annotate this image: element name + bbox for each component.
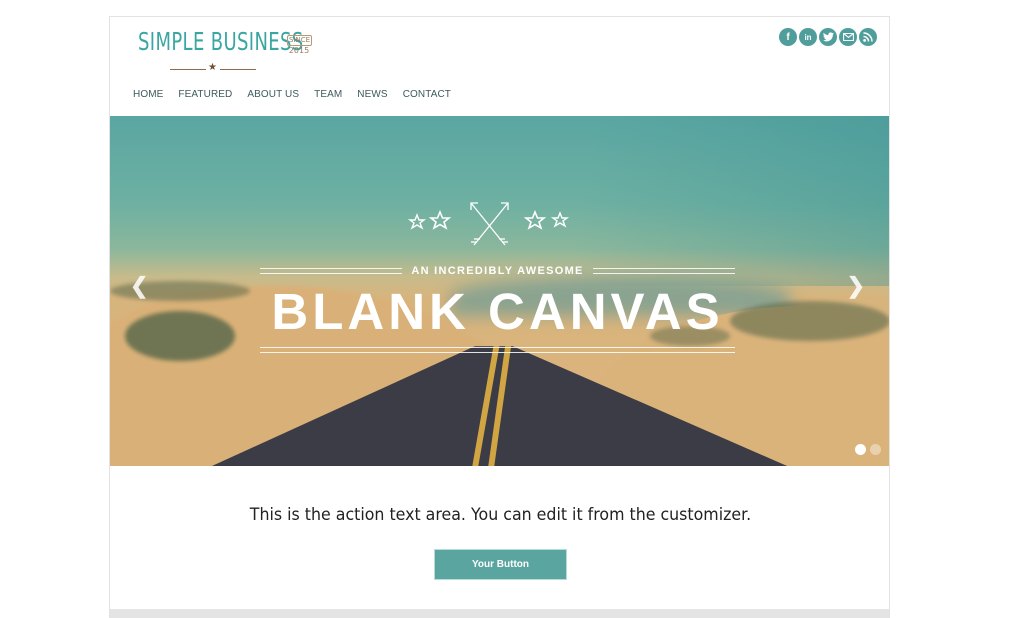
nav-item-news[interactable]: NEWS [357, 89, 387, 100]
slider-dot-1[interactable] [855, 444, 866, 455]
divider [260, 268, 403, 274]
slider-pagination [855, 444, 881, 455]
star-icon: ★ [208, 62, 217, 73]
action-text: This is the action text area. You can ed… [249, 505, 752, 525]
logo-flourish: ★ [170, 62, 256, 73]
site-header: SIMPLE BUSINESS SINCE 2015 ★ f in HOME F… [110, 17, 889, 116]
star-icon [550, 211, 570, 228]
rss-glyph [863, 32, 873, 42]
rss-icon[interactable] [859, 28, 877, 46]
divider [592, 268, 736, 274]
nav-item-home[interactable]: HOME [133, 89, 163, 100]
hero-slider: AN INCREDIBLY AWESOME BLANK CANVAS ❮ ❯ [110, 116, 889, 466]
star-icon [407, 213, 427, 230]
flourish-line-right [220, 69, 256, 70]
slider-dot-2[interactable] [870, 444, 881, 455]
chevron-right-icon[interactable]: ❯ [847, 273, 865, 299]
action-area: This is the action text area. You can ed… [110, 466, 889, 609]
logo-since-badge: SINCE 2015 [287, 29, 313, 63]
hero-subtitle: AN INCREDIBLY AWESOME [411, 265, 584, 277]
page-frame: SIMPLE BUSINESS SINCE 2015 ★ f in HOME F… [109, 16, 890, 618]
arrows-stars-emblem [407, 202, 570, 246]
hero-overlay: AN INCREDIBLY AWESOME BLANK CANVAS ❮ ❯ [110, 116, 889, 466]
logo-text: SIMPLE BUSINESS [138, 27, 304, 56]
hero-title: BLANK CANVAS [271, 283, 724, 340]
social-links: f in [779, 28, 877, 46]
site-logo[interactable]: SIMPLE BUSINESS SINCE 2015 ★ [138, 27, 318, 73]
email-icon[interactable] [839, 28, 857, 46]
flourish-line-left [170, 69, 206, 70]
nav-item-featured[interactable]: FEATURED [178, 89, 232, 100]
action-button[interactable]: Your Button [434, 549, 567, 580]
star-icon [428, 209, 452, 230]
nav-item-contact[interactable]: CONTACT [403, 89, 451, 100]
chevron-left-icon[interactable]: ❮ [130, 273, 148, 299]
divider [260, 347, 735, 353]
envelope-glyph [842, 33, 854, 41]
star-icon [523, 209, 547, 230]
twitter-bird-glyph [822, 32, 834, 42]
twitter-icon[interactable] [819, 28, 837, 46]
footer-strip [110, 609, 889, 618]
facebook-icon[interactable]: f [779, 28, 797, 46]
nav-item-about-us[interactable]: ABOUT US [247, 89, 299, 100]
crossed-arrows-icon [470, 202, 509, 246]
since-year: 2015 [288, 46, 310, 55]
hero-subtitle-row: AN INCREDIBLY AWESOME [260, 264, 736, 278]
since-label: SINCE [287, 35, 313, 46]
main-nav: HOME FEATURED ABOUT US TEAM NEWS CONTACT [133, 89, 466, 100]
linkedin-icon[interactable]: in [799, 28, 817, 46]
nav-item-team[interactable]: TEAM [314, 89, 342, 100]
